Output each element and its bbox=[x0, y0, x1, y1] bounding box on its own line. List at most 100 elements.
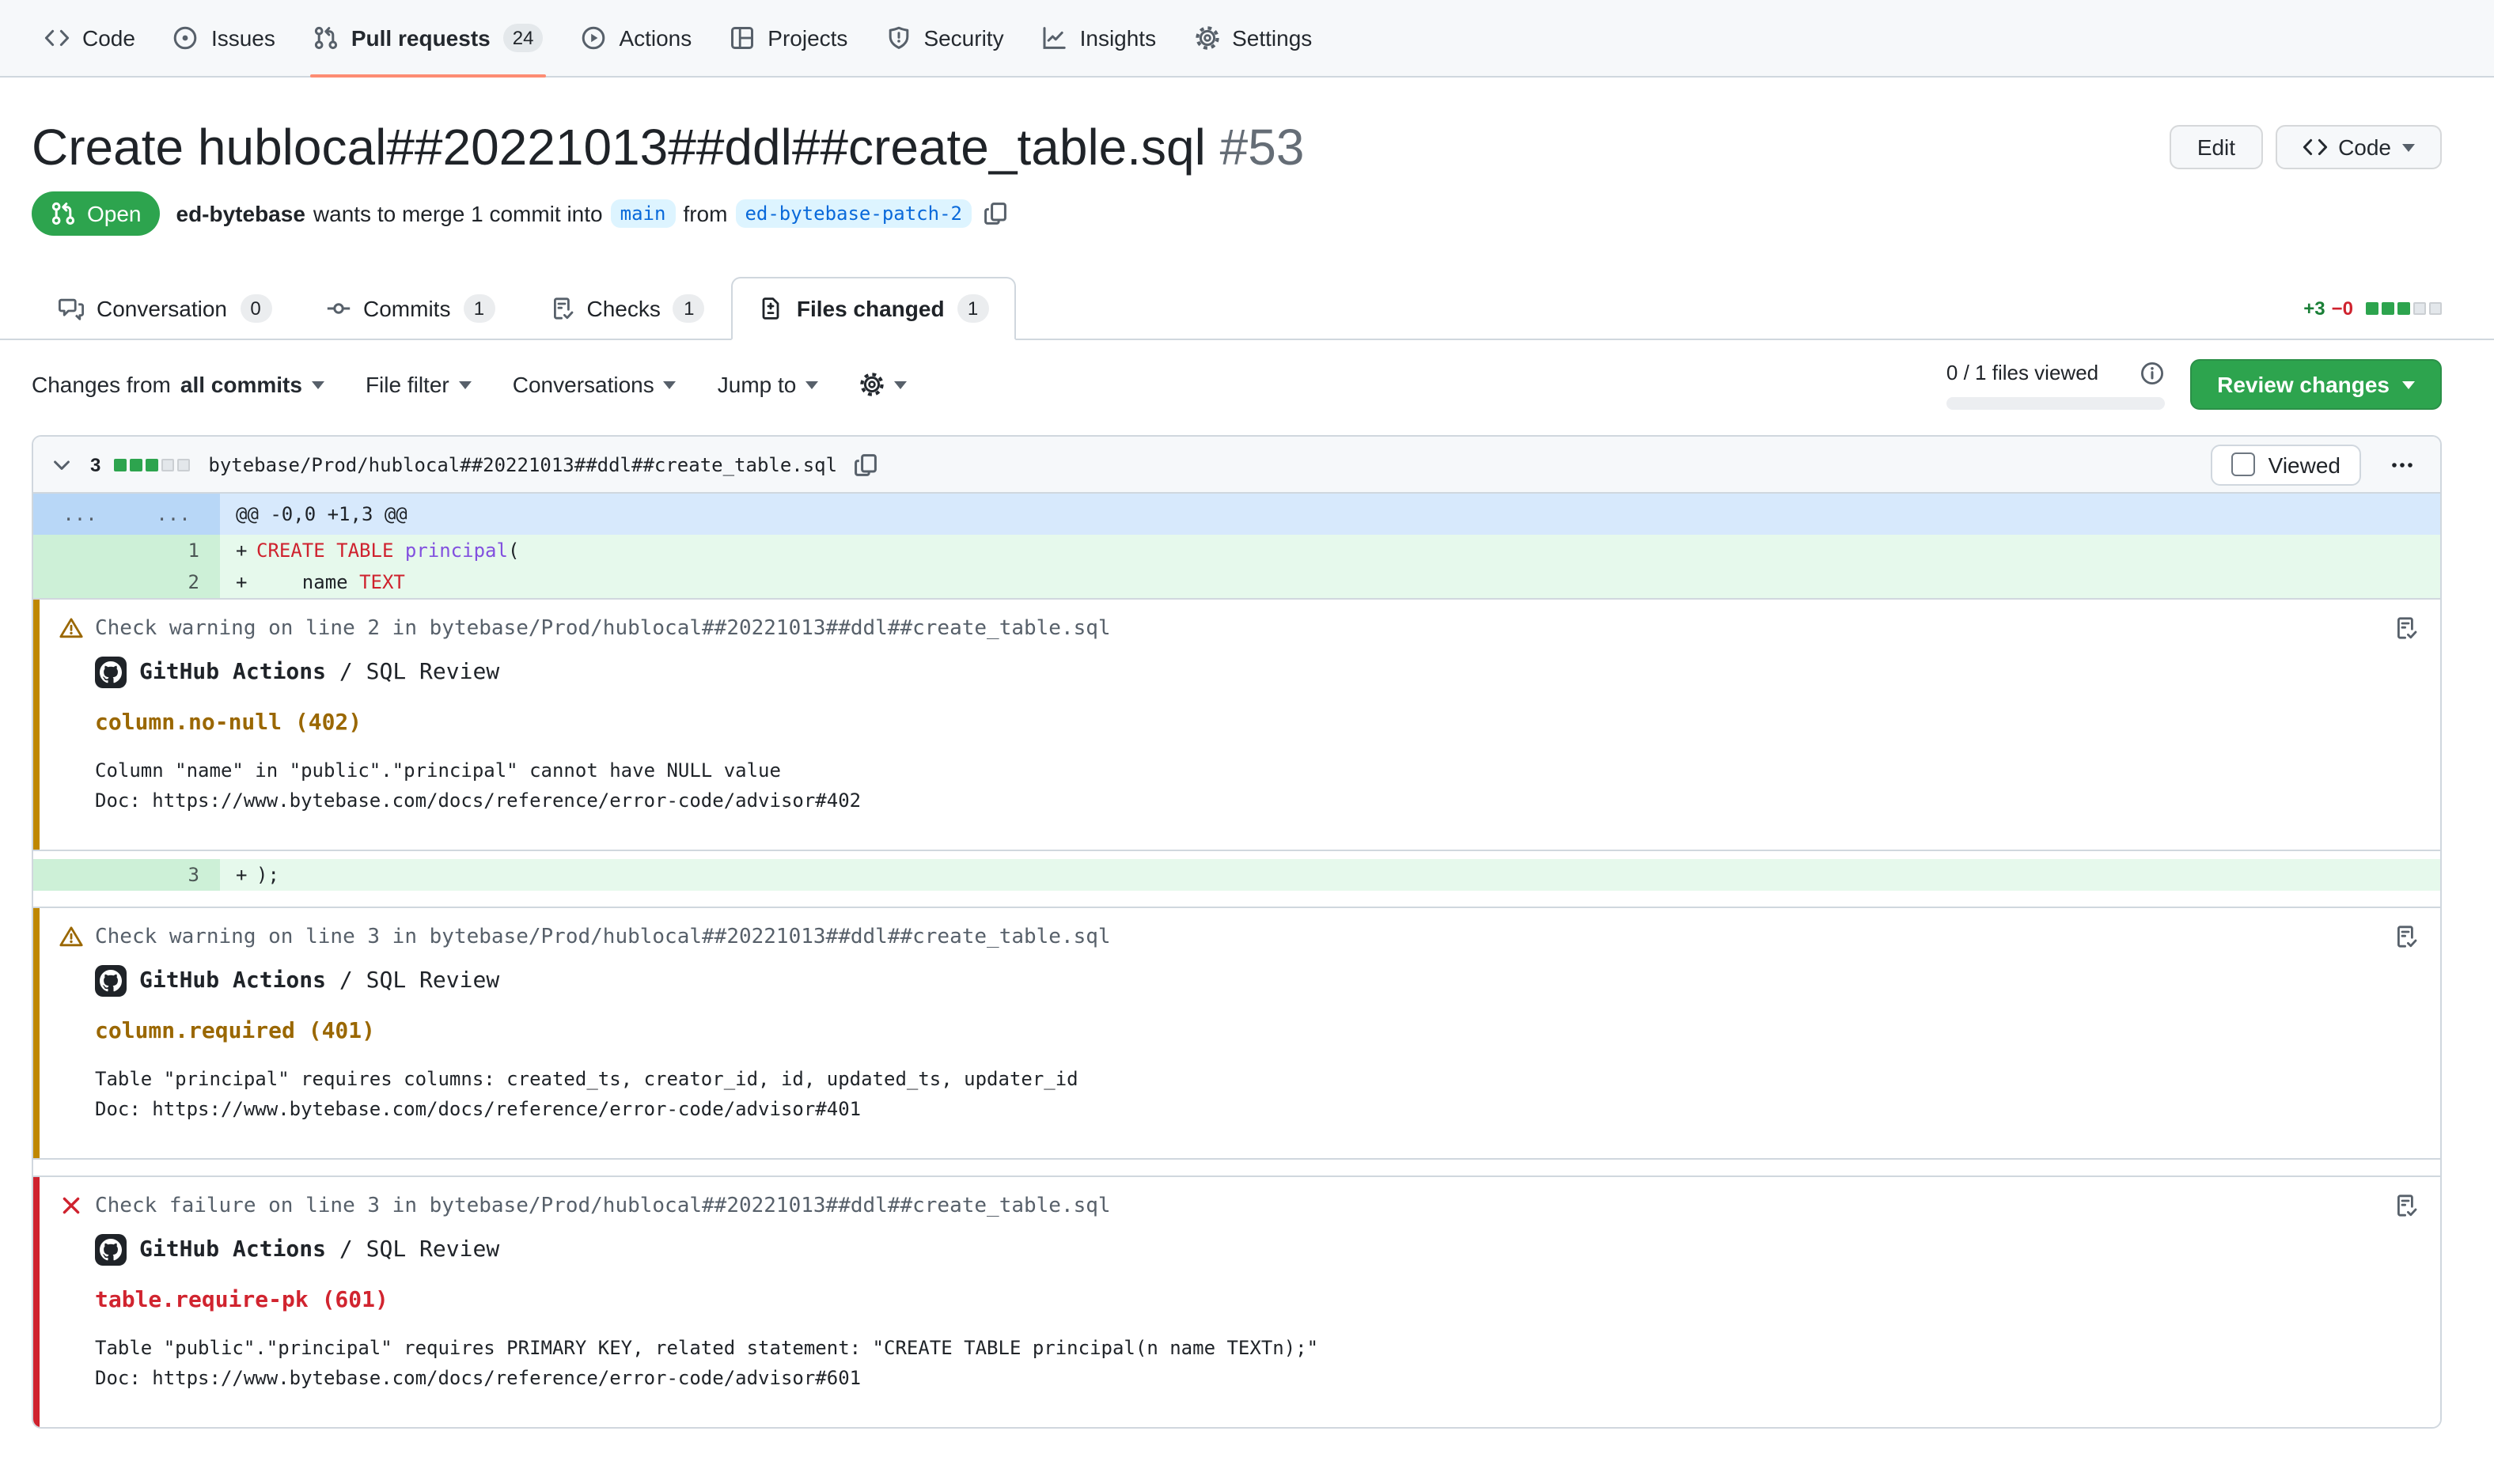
file-diff-card: 3 bytebase/Prod/hublocal##20221013##ddl#… bbox=[32, 435, 2442, 1429]
table-icon bbox=[730, 25, 755, 51]
status-badge: Open bbox=[32, 191, 161, 236]
code-dropdown-button[interactable]: Code bbox=[2275, 125, 2442, 169]
annotation-message: Table "principal" requires columns: crea… bbox=[95, 1065, 2415, 1094]
header-actions: Edit Code bbox=[2170, 125, 2442, 169]
new-line-number[interactable]: 1 bbox=[127, 535, 220, 566]
hunk-header-text: @@ -0,0 +1,3 @@ bbox=[220, 494, 2440, 535]
chevron-down-icon bbox=[312, 380, 324, 395]
changes-from-value: all commits bbox=[180, 372, 302, 397]
nav-item-pull-requests[interactable]: Pull requests 24 bbox=[294, 0, 563, 76]
author-name[interactable]: ed-bytebase bbox=[176, 201, 305, 226]
old-line-number bbox=[33, 566, 127, 598]
comment-discussion-icon bbox=[59, 296, 84, 321]
edit-button[interactable]: Edit bbox=[2170, 125, 2262, 169]
toolbar-dropdowns: Changes from all commits File filter Con… bbox=[32, 372, 907, 397]
shield-icon bbox=[885, 25, 911, 51]
head-branch-label[interactable]: ed-bytebase-patch-2 bbox=[735, 199, 972, 228]
checklist-icon[interactable] bbox=[2393, 1193, 2418, 1218]
pr-number: #53 bbox=[1220, 119, 1305, 176]
old-line-number bbox=[33, 859, 127, 891]
tab-label: Commits bbox=[363, 296, 450, 321]
diff-settings-dropdown[interactable] bbox=[859, 372, 907, 397]
nav-item-insights[interactable]: Insights bbox=[1023, 0, 1176, 76]
merge-text: wants to merge 1 commit into bbox=[313, 201, 603, 226]
tab-count: 1 bbox=[463, 294, 495, 323]
avatar bbox=[95, 965, 127, 997]
additions-count: +3 bbox=[2303, 297, 2325, 320]
annotation-body: Table "principal" requires columns: crea… bbox=[95, 1065, 2415, 1123]
tab-conversation[interactable]: Conversation 0 bbox=[32, 277, 298, 340]
file-path[interactable]: bytebase/Prod/hublocal##20221013##ddl##c… bbox=[208, 453, 837, 475]
files-viewed-text: 0 / 1 files viewed bbox=[1946, 361, 2098, 384]
tab-commits[interactable]: Commits 1 bbox=[298, 277, 521, 340]
pr-header: Create hublocal##20221013##ddl##create_t… bbox=[0, 78, 2494, 236]
changes-from-label: Changes from bbox=[32, 372, 171, 397]
jump-to-dropdown[interactable]: Jump to bbox=[718, 372, 819, 397]
changes-from-dropdown[interactable]: Changes from all commits bbox=[32, 372, 324, 397]
checklist-icon[interactable] bbox=[2393, 615, 2418, 641]
nav-label: Security bbox=[923, 25, 1003, 51]
file-filter-dropdown[interactable]: File filter bbox=[366, 372, 472, 397]
diff-table: ... ... @@ -0,0 +1,3 @@ 1 +CREATE TABLE … bbox=[33, 494, 2440, 1427]
pull-requests-count: 24 bbox=[503, 24, 544, 52]
review-changes-label: Review changes bbox=[2217, 372, 2390, 397]
tab-count: 0 bbox=[240, 294, 271, 323]
conversations-dropdown[interactable]: Conversations bbox=[513, 372, 677, 397]
new-line-number[interactable]: 3 bbox=[127, 859, 220, 891]
chevron-down-icon bbox=[894, 380, 907, 395]
jump-to-label: Jump to bbox=[718, 372, 797, 397]
copy-icon[interactable] bbox=[983, 201, 1008, 226]
files-toolbar: Changes from all commits File filter Con… bbox=[0, 340, 2494, 429]
merge-summary: ed-bytebase wants to merge 1 commit into… bbox=[176, 199, 1009, 228]
file-diffstat-blocks bbox=[113, 458, 189, 471]
old-line-number bbox=[33, 535, 127, 566]
base-branch-label[interactable]: main bbox=[611, 199, 676, 228]
kebab-menu-icon[interactable] bbox=[2390, 452, 2415, 477]
nav-item-actions[interactable]: Actions bbox=[562, 0, 711, 76]
nav-label: Actions bbox=[619, 25, 692, 51]
annotation-title-row: Check warning on line 3 in bytebase/Prod… bbox=[59, 924, 2415, 949]
new-line-number[interactable]: 2 bbox=[127, 566, 220, 598]
files-viewed-progress bbox=[1946, 396, 2165, 409]
nav-label: Issues bbox=[211, 25, 275, 51]
annotation-doc: Doc: https://www.bytebase.com/docs/refer… bbox=[95, 786, 2415, 815]
tab-files-changed[interactable]: Files changed 1 bbox=[732, 277, 1016, 340]
play-icon bbox=[581, 25, 606, 51]
viewed-toggle-button[interactable]: Viewed bbox=[2212, 444, 2361, 485]
line-code: +); bbox=[220, 859, 2440, 891]
nav-label: Code bbox=[82, 25, 135, 51]
status-badge-label: Open bbox=[87, 201, 142, 226]
check-annotation-warning-402: Check warning on line 2 in bytebase/Prod… bbox=[33, 598, 2440, 851]
tab-checks[interactable]: Checks 1 bbox=[521, 277, 731, 340]
page: Code Issues Pull requests 24 Actions Pro… bbox=[0, 0, 2494, 1484]
chevron-down-icon bbox=[2402, 143, 2415, 157]
annotation-rule: column.no-null (402) bbox=[95, 710, 2415, 736]
review-changes-button[interactable]: Review changes bbox=[2190, 359, 2442, 410]
nav-label: Settings bbox=[1232, 25, 1312, 51]
graph-icon bbox=[1042, 25, 1067, 51]
diffstat-blocks bbox=[2366, 302, 2442, 315]
checklist-icon[interactable] bbox=[2393, 924, 2418, 949]
avatar bbox=[95, 1234, 127, 1266]
deletions-count: −0 bbox=[2332, 297, 2353, 320]
nav-item-issues[interactable]: Issues bbox=[154, 0, 294, 76]
annotation-body: Column "name" in "public"."principal" ca… bbox=[95, 756, 2415, 815]
viewed-checkbox[interactable] bbox=[2232, 452, 2256, 476]
github-mark-icon bbox=[100, 661, 122, 683]
copy-icon[interactable] bbox=[853, 452, 878, 477]
annotation-doc: Doc: https://www.bytebase.com/docs/refer… bbox=[95, 1363, 2415, 1392]
warning-triangle-icon bbox=[59, 924, 84, 949]
diffstat: +3 −0 bbox=[2303, 297, 2442, 320]
edit-button-label: Edit bbox=[2197, 134, 2235, 160]
nav-item-security[interactable]: Security bbox=[866, 0, 1022, 76]
code-icon bbox=[44, 25, 70, 51]
nav-item-settings[interactable]: Settings bbox=[1175, 0, 1331, 76]
chevron-down-icon[interactable] bbox=[49, 452, 74, 477]
nav-item-code[interactable]: Code bbox=[25, 0, 154, 76]
diff-line-2: 2 + name TEXT bbox=[33, 566, 2440, 598]
viewed-label: Viewed bbox=[2268, 452, 2340, 477]
annotation-body: Table "public"."principal" requires PRIM… bbox=[95, 1334, 2415, 1392]
line-code: + name TEXT bbox=[220, 566, 2440, 598]
info-icon[interactable] bbox=[2140, 360, 2165, 385]
nav-item-projects[interactable]: Projects bbox=[711, 0, 866, 76]
